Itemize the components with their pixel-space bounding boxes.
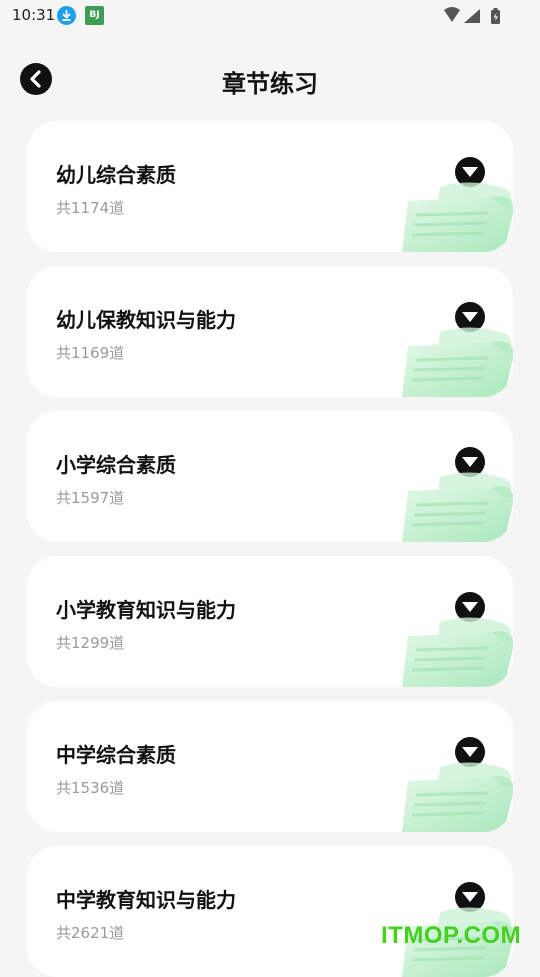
triangle-down-icon [462, 312, 478, 322]
chapter-title: 幼儿保教知识与能力 [56, 308, 236, 332]
chapter-question-count: 共1174道 [56, 199, 125, 217]
chapter-card-3[interactable]: 小学综合素质 共1597道 [27, 411, 513, 542]
chapter-question-count: 共1536道 [56, 779, 125, 797]
chapter-question-count: 共1597道 [56, 489, 125, 507]
battery-icon [491, 8, 500, 24]
chapter-title: 小学综合素质 [56, 453, 176, 477]
triangle-down-icon [462, 602, 478, 612]
page-title: 章节练习 [222, 70, 318, 98]
app-notification-icon: BJ [85, 6, 104, 25]
scroll-illustration-icon [402, 325, 513, 397]
chapter-title: 中学教育知识与能力 [56, 888, 236, 912]
triangle-down-icon [462, 892, 478, 902]
signal-icon [464, 9, 480, 23]
triangle-down-icon [462, 747, 478, 757]
status-bar: 10:31 BJ [0, 0, 540, 32]
system-icons [442, 6, 512, 30]
watermark-logo: ITMOP.COM [381, 922, 522, 949]
chapter-title: 中学综合素质 [56, 743, 176, 767]
scroll-illustration-icon [402, 470, 513, 542]
scroll-illustration-icon [402, 760, 513, 832]
chapter-title: 小学教育知识与能力 [56, 598, 236, 622]
chapter-card-1[interactable]: 幼儿综合素质 共1174道 [27, 121, 513, 252]
chapter-question-count: 共2621道 [56, 924, 125, 942]
status-time: 10:31 [12, 6, 56, 24]
triangle-down-icon [462, 457, 478, 467]
header: 章节练习 [0, 50, 540, 110]
chapter-card-6[interactable]: 中学教育知识与能力 共2621道 [27, 846, 513, 977]
scroll-illustration-icon [402, 615, 513, 687]
chapter-card-4[interactable]: 小学教育知识与能力 共1299道 [27, 556, 513, 687]
chapter-card-2[interactable]: 幼儿保教知识与能力 共1169道 [27, 266, 513, 397]
chapter-question-count: 共1169道 [56, 344, 125, 362]
chapter-question-count: 共1299道 [56, 634, 125, 652]
scroll-illustration-icon [402, 180, 513, 252]
chapter-title: 幼儿综合素质 [56, 163, 176, 187]
chapter-card-5[interactable]: 中学综合素质 共1536道 [27, 701, 513, 832]
wifi-icon [444, 7, 460, 22]
download-icon [57, 6, 76, 25]
triangle-down-icon [462, 167, 478, 177]
